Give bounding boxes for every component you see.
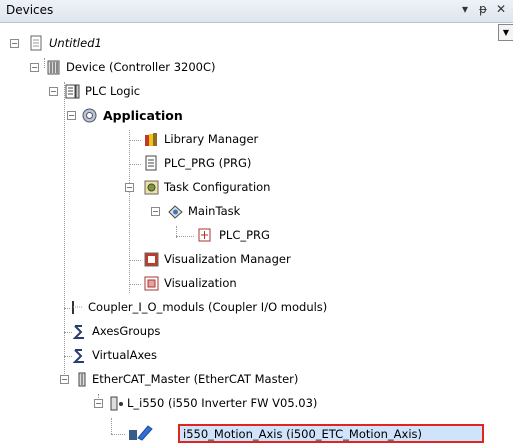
tree-line bbox=[129, 164, 141, 165]
collapse-icon[interactable]: − bbox=[60, 375, 69, 384]
tree-line bbox=[129, 260, 141, 261]
virtual-axes-label: VirtualAxes bbox=[92, 348, 157, 362]
task-config-icon bbox=[144, 180, 159, 195]
visualization-manager-icon bbox=[144, 252, 159, 267]
close-icon[interactable]: ✕ bbox=[496, 2, 506, 16]
application-label: Application bbox=[103, 108, 183, 123]
tree-line bbox=[64, 332, 72, 333]
pin-icon[interactable]: ᵽ bbox=[479, 2, 487, 16]
coupler-label: Coupler_I_O_moduls (Coupler I/O moduls) bbox=[88, 300, 328, 314]
tree-line bbox=[129, 130, 130, 293]
tree-line bbox=[129, 284, 141, 285]
task-icon bbox=[168, 205, 183, 219]
axes-groups-label: AxesGroups bbox=[92, 324, 161, 338]
collapse-icon[interactable]: − bbox=[49, 87, 58, 96]
virtual-axes-icon bbox=[72, 349, 84, 363]
panel-title: Devices bbox=[6, 3, 54, 17]
motion-axis-label: i550_Motion_Axis (i500_ETC_Motion_Axis) bbox=[183, 427, 423, 441]
collapse-icon[interactable]: − bbox=[94, 399, 103, 408]
ethercat-master-label: EtherCAT_Master (EtherCAT Master) bbox=[92, 372, 299, 386]
library-manager-label: Library Manager bbox=[164, 132, 259, 146]
ethercat-master-icon bbox=[78, 372, 86, 387]
coupler-icon bbox=[72, 301, 83, 314]
tree-line bbox=[111, 434, 125, 435]
tree-line bbox=[129, 140, 141, 141]
program-call-icon bbox=[198, 228, 211, 242]
tree-line bbox=[64, 82, 65, 382]
gear-icon bbox=[82, 108, 97, 123]
program-icon bbox=[145, 155, 157, 171]
collapse-icon[interactable]: − bbox=[10, 39, 19, 48]
document-icon bbox=[30, 35, 42, 51]
l-i550-label: L_i550 (i550 Inverter FW V05.03) bbox=[127, 396, 318, 410]
collapse-icon[interactable]: − bbox=[125, 183, 134, 192]
controller-icon bbox=[47, 60, 60, 75]
task-configuration-label: Task Configuration bbox=[164, 180, 271, 194]
main-task-label: MainTask bbox=[188, 204, 241, 218]
drive-icon bbox=[110, 396, 123, 411]
collapse-icon[interactable]: − bbox=[151, 207, 160, 216]
plc-prg-label: PLC_PRG (PRG) bbox=[164, 156, 252, 170]
tree-line bbox=[111, 418, 112, 434]
tree-line bbox=[176, 236, 194, 237]
books-icon bbox=[145, 133, 157, 146]
project-label: Untitled1 bbox=[49, 36, 102, 50]
selected-tree-item[interactable]: i550_Motion_Axis (i500_ETC_Motion_Axis) bbox=[178, 424, 484, 443]
main-task-plc-prg-label: PLC_PRG bbox=[219, 228, 270, 242]
collapse-icon[interactable]: − bbox=[30, 63, 39, 72]
tree-line bbox=[64, 356, 72, 357]
device-label: Device (Controller 3200C) bbox=[66, 60, 216, 74]
axes-groups-icon bbox=[72, 325, 84, 339]
devices-panel: Devices ▾ ᵽ ✕ ▼ − Untitled1 − Device (Co… bbox=[0, 0, 513, 445]
plc-logic-icon bbox=[65, 84, 80, 99]
visualization-manager-label: Visualization Manager bbox=[164, 252, 291, 266]
collapse-icon[interactable]: − bbox=[67, 111, 76, 120]
dropdown-menu-icon[interactable]: ▾ bbox=[462, 2, 468, 16]
plc-logic-label: PLC Logic bbox=[85, 84, 141, 98]
visualization-icon bbox=[144, 276, 159, 291]
visualization-label: Visualization bbox=[164, 276, 237, 290]
motion-axis-icon bbox=[129, 425, 153, 441]
tree-dropdown-button[interactable]: ▼ bbox=[498, 24, 513, 41]
devices-titlebar: Devices ▾ ᵽ ✕ bbox=[0, 0, 513, 23]
